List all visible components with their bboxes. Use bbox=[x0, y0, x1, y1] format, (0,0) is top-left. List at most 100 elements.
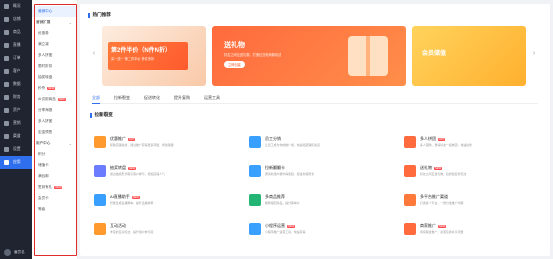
tool-card[interactable]: 商家推广 NEW 商家联合推广，资源互换共享流量 bbox=[404, 223, 504, 249]
hot-section-title: 热门推荐 bbox=[88, 12, 111, 18]
submenu-item[interactable]: 优惠券 bbox=[32, 28, 77, 39]
recommend-icon bbox=[249, 194, 261, 206]
tool-title: 抽奖转盘 bbox=[110, 165, 126, 170]
tool-card[interactable]: 互动活动 丰富的互动玩法，提升用户参与度 bbox=[94, 223, 194, 249]
tool-description: 让员工成为你的推广者，快速拓展销售渠道 bbox=[265, 143, 320, 147]
submenu-item[interactable]: 定金预售 bbox=[32, 127, 77, 138]
submenu-label: 会员卡 bbox=[38, 196, 49, 200]
submenu-item[interactable]: AI试用商品 NEW bbox=[32, 94, 77, 105]
tab[interactable]: 促进转化 bbox=[144, 94, 160, 104]
submenu-label: 签到有礼 bbox=[38, 185, 53, 189]
tool-card[interactable]: 多平台推广渠道 打通多个平台，一键分发推广内容 bbox=[404, 194, 504, 220]
tool-description: 推荐搭配商品，提升客单价 bbox=[265, 201, 300, 205]
tool-card[interactable]: 员工分销 让员工成为你的推广者，快速拓展销售渠道 bbox=[249, 136, 349, 162]
submenu-item[interactable]: 用户中心 bbox=[32, 138, 77, 149]
submenu-label: 分享海报 bbox=[38, 108, 53, 112]
submenu-item[interactable]: 储值卡 bbox=[32, 160, 77, 171]
nav-item[interactable]: 营销 bbox=[0, 117, 32, 130]
nav-item[interactable]: 财务 bbox=[0, 91, 32, 104]
nav-item-label: 营销 bbox=[13, 121, 21, 125]
user-profile[interactable]: 雇员名 bbox=[4, 249, 25, 256]
tool-card[interactable]: 小程序运营 NEW 小程序推广运营工具，快速获客 bbox=[249, 223, 349, 249]
miniapp-icon bbox=[249, 223, 261, 235]
nav-item[interactable]: 直播 bbox=[0, 39, 32, 52]
submenu-item[interactable]: 积分 bbox=[32, 149, 77, 160]
submenu-label: 等级 bbox=[38, 207, 46, 211]
nav-item[interactable]: 订单 bbox=[0, 52, 32, 65]
group-icon bbox=[404, 136, 416, 148]
submenu-item[interactable]: 秒杀 NEW bbox=[32, 83, 77, 94]
coupon-icon bbox=[94, 136, 106, 148]
tool-card[interactable]: 送礼物 NEW 好友之间互送礼物，拉新裂变新玩法 bbox=[404, 165, 504, 191]
banner-gift[interactable]: 送礼物 好友之间互送礼物，打造社交电商新玩法 立即创建 bbox=[212, 26, 406, 86]
tab[interactable]: 提升复购 bbox=[174, 94, 190, 104]
tool-title: 优惠推广 bbox=[110, 136, 126, 141]
banner-half-price[interactable]: 第2件半价（N件N折） 买一送一 第二件半价 多件多折 bbox=[102, 26, 206, 86]
nav-item[interactable]: 概况 bbox=[0, 0, 32, 13]
tool-description: 商家联合推广，资源互换共享流量 bbox=[420, 230, 464, 234]
nav-item[interactable]: 资产 bbox=[0, 104, 32, 117]
submenu-item[interactable]: 满包邮 bbox=[32, 171, 77, 182]
settings-icon bbox=[4, 147, 9, 152]
tool-card[interactable]: 多人拼团 HOT 多人团购，邀请好友一起参团，快速拉新 bbox=[404, 136, 504, 162]
tab[interactable]: 全部 bbox=[92, 94, 100, 104]
goods-icon bbox=[4, 30, 9, 35]
tool-card[interactable]: 拉新翻翻卡 邀请新用户翻卡得奖励，促进新客增长 bbox=[249, 165, 349, 191]
tool-title: 商家推广 bbox=[420, 223, 436, 228]
tool-card[interactable]: 多商品推荐 推荐搭配商品，提升客单价 bbox=[249, 194, 349, 220]
nav-item[interactable]: 渠道 bbox=[0, 130, 32, 143]
wheel-icon bbox=[94, 165, 106, 177]
tool-title: 送礼物 bbox=[420, 165, 432, 170]
nav-item[interactable]: 商品 bbox=[0, 26, 32, 39]
category-tabs: 全部 拉新裂变 促进转化 提升复购 运营工具 bbox=[92, 94, 538, 104]
customer-icon bbox=[4, 69, 9, 74]
card-icon bbox=[249, 165, 261, 177]
tool-description: 邀请新用户翻卡得奖励，促进新客增长 bbox=[265, 172, 315, 176]
prev-arrow-icon[interactable]: ‹ bbox=[90, 50, 98, 58]
next-arrow-icon[interactable]: › bbox=[530, 50, 538, 58]
tool-description: 智能生成直播脚本，提升直播效率 bbox=[110, 201, 154, 205]
tool-card[interactable]: 优惠推广 HOT 帮助店铺拉新，通过推广获得更多流量，增加销量 bbox=[94, 136, 194, 162]
merchant-icon bbox=[404, 223, 416, 235]
hot-badge: HOT bbox=[438, 138, 446, 141]
submenu-label: 秒杀 bbox=[38, 86, 46, 90]
marketing-icon bbox=[4, 121, 9, 126]
tool-title: 多平台推广渠道 bbox=[420, 194, 448, 199]
nav-item[interactable]: 店铺 bbox=[0, 13, 32, 26]
live-icon bbox=[4, 43, 9, 48]
banner-member[interactable]: 会员储值 bbox=[412, 26, 526, 86]
nav-item-label: 数据 bbox=[13, 82, 21, 86]
submenu-item[interactable]: 等级 bbox=[32, 204, 77, 215]
tab[interactable]: 拉新裂变 bbox=[114, 94, 130, 104]
submenu-item[interactable]: 营销扩展 bbox=[32, 17, 77, 28]
submenu-item[interactable]: 分享海报 bbox=[32, 105, 77, 116]
tool-card[interactable]: 抽奖转盘 NEW 通过抽奖形式吸引客户参与，增加店铺人气 bbox=[94, 165, 194, 191]
submenu-item[interactable]: 营销中心 bbox=[32, 6, 77, 17]
nav-item[interactable]: 客户 bbox=[0, 65, 32, 78]
submenu-item[interactable]: 满立减 bbox=[32, 39, 77, 50]
tool-card[interactable]: AI直播助手 NEW 智能生成直播脚本，提升直播效率 bbox=[94, 194, 194, 220]
tab[interactable]: 运营工具 bbox=[204, 94, 220, 104]
nav-item-label: 直播 bbox=[13, 43, 21, 47]
submenu-item[interactable]: 会员卡 bbox=[32, 193, 77, 204]
avatar bbox=[4, 249, 11, 256]
banner-title: 会员储值 bbox=[422, 51, 447, 57]
nav-item[interactable]: 数据 bbox=[0, 78, 32, 91]
ai-live-icon bbox=[94, 194, 106, 206]
nav-item-label: 财务 bbox=[13, 95, 21, 99]
banner-title: 第2件半价（N件N折） bbox=[111, 48, 172, 54]
nav-item[interactable]: 设置 bbox=[0, 143, 32, 156]
submenu-item[interactable]: 抽奖转盘 bbox=[32, 72, 77, 83]
tool-description: 帮助店铺拉新，通过推广获得更多流量，增加销量 bbox=[110, 143, 174, 147]
nav-item[interactable]: 应用 bbox=[0, 156, 32, 169]
platform-icon bbox=[404, 194, 416, 206]
section-title: 拉新裂变 bbox=[90, 112, 113, 118]
submenu-item[interactable]: 多人拼团 bbox=[32, 50, 77, 61]
submenu-item[interactable]: 限时折扣 bbox=[32, 61, 77, 72]
submenu-item[interactable]: 多人拼团 bbox=[32, 116, 77, 127]
tool-description: 通过抽奖形式吸引客户参与，增加店铺人气 bbox=[110, 172, 165, 176]
new-badge: NEW bbox=[47, 87, 56, 90]
submenu-item[interactable]: 签到有礼 NEW bbox=[32, 182, 77, 193]
finance-icon bbox=[4, 95, 9, 100]
create-button[interactable]: 立即创建 bbox=[224, 61, 245, 68]
